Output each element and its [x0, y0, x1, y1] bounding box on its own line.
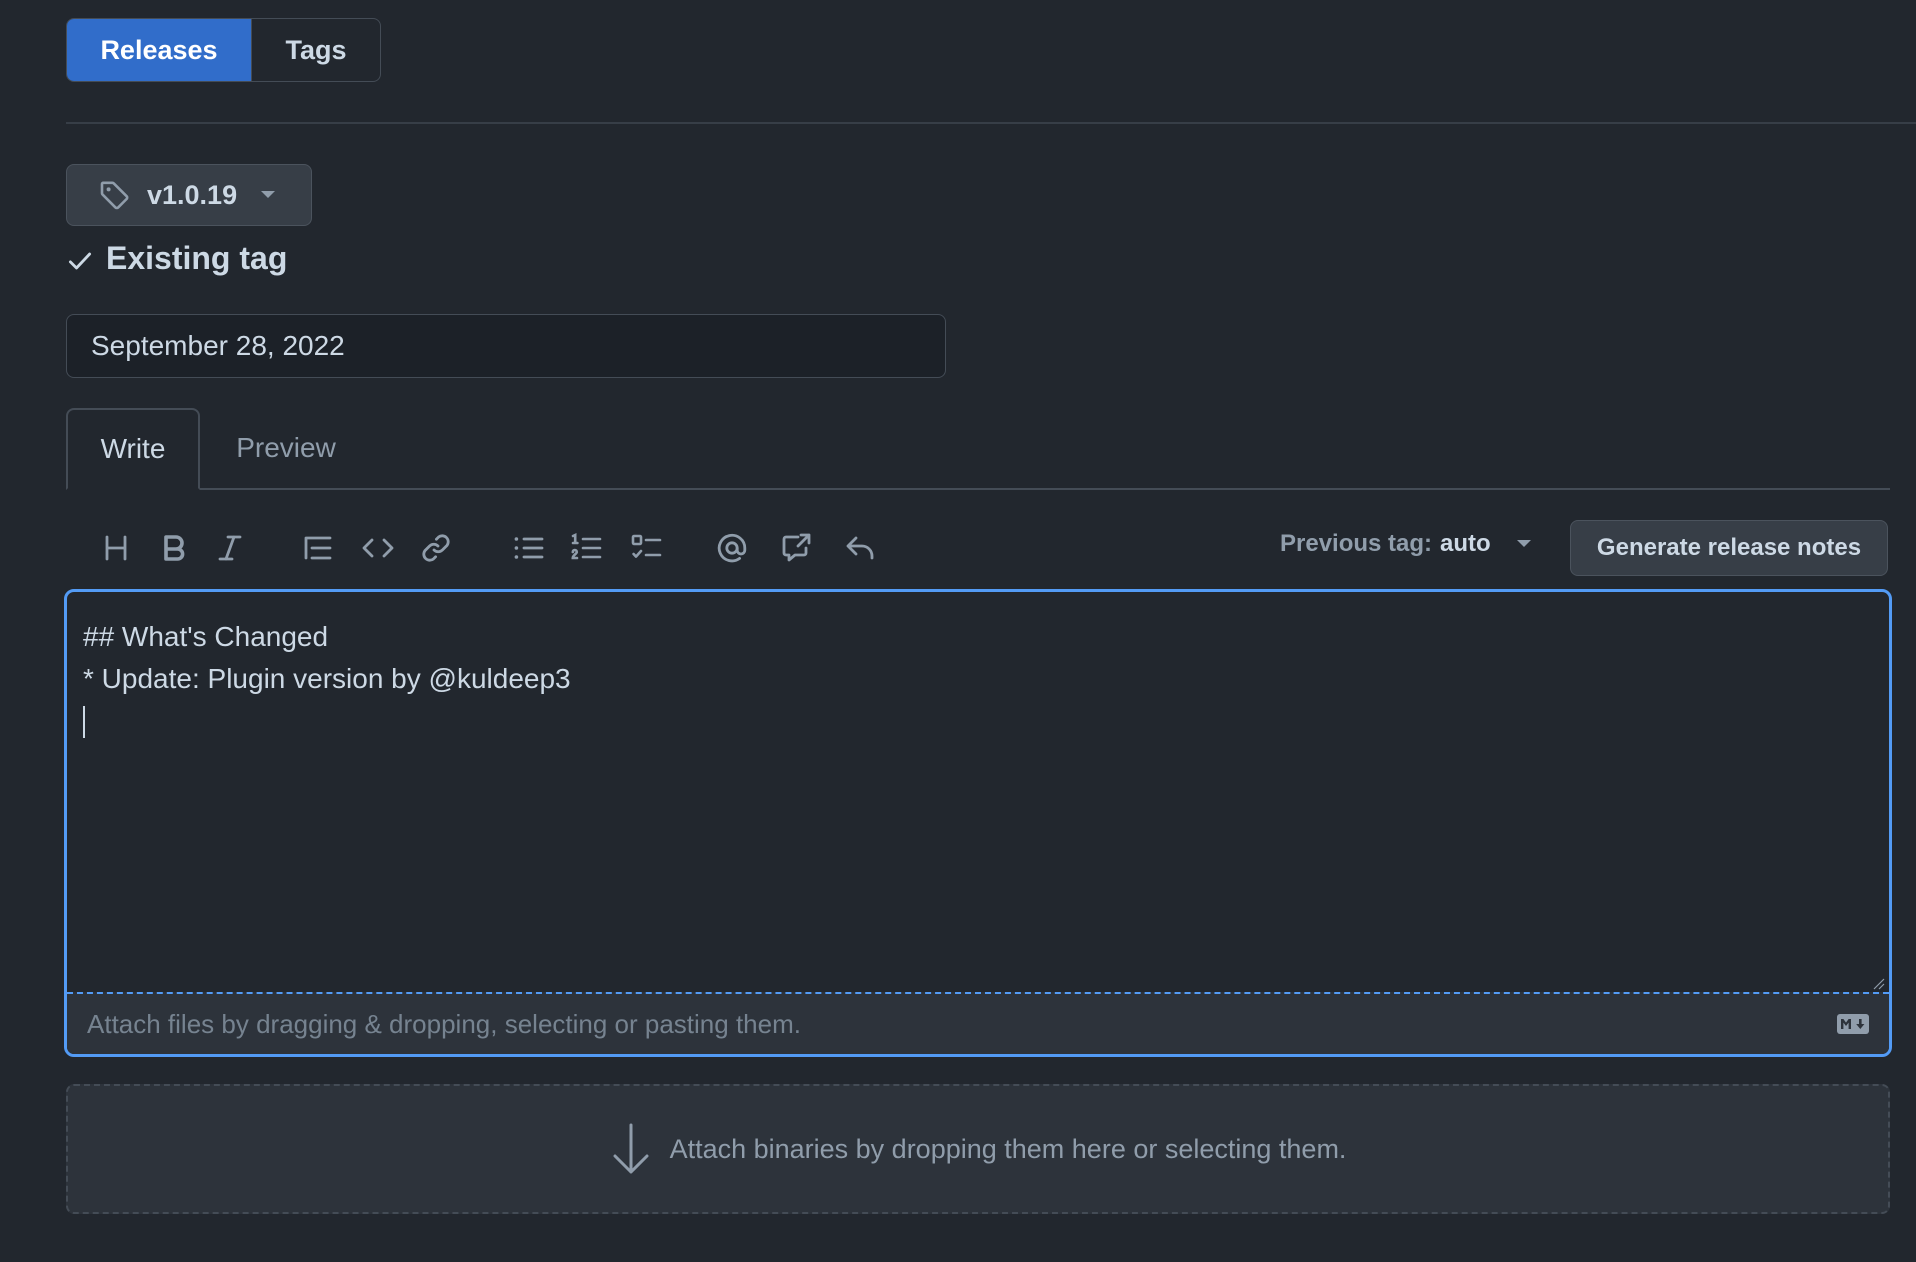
binaries-dropzone[interactable]: Attach binaries by dropping them here or…: [66, 1084, 1890, 1214]
tag-select-button[interactable]: v1.0.19: [66, 164, 312, 226]
task-list-icon[interactable]: [626, 528, 666, 568]
tag-select-label: v1.0.19: [147, 179, 238, 210]
bold-icon[interactable]: [154, 528, 194, 568]
mention-icon[interactable]: [712, 528, 752, 568]
releases-tab[interactable]: Releases: [67, 19, 251, 81]
check-icon: [68, 252, 92, 269]
code-icon[interactable]: [358, 528, 398, 568]
tag-status: Existing tag: [66, 240, 287, 277]
markdown-icon[interactable]: [1837, 1014, 1869, 1034]
italic-icon[interactable]: [210, 528, 250, 568]
editor-content[interactable]: ## What's Changed * Update: Plugin versio…: [83, 616, 571, 738]
cross-reference-icon[interactable]: [776, 528, 816, 568]
attach-files-hint: Attach files by dragging & dropping, sel…: [87, 1008, 801, 1039]
generate-release-notes-button[interactable]: Generate release notes: [1570, 520, 1888, 576]
attach-files-bar[interactable]: Attach files by dragging & dropping, sel…: [67, 992, 1889, 1054]
chevron-down-icon: [1516, 540, 1531, 547]
dropzone-label: Attach binaries by dropping them here or…: [669, 1133, 1347, 1164]
resize-grip-icon[interactable]: [1871, 976, 1885, 990]
unordered-list-icon[interactable]: [508, 528, 548, 568]
reply-icon[interactable]: [840, 528, 880, 568]
tab-write[interactable]: Write: [66, 408, 200, 490]
text-cursor: [83, 706, 85, 738]
releases-tags-nav: Releases Tags: [66, 18, 381, 82]
divider: [66, 122, 1916, 124]
markdown-toolbar: Previous tag: auto Generate release note…: [66, 518, 1890, 580]
heading-icon[interactable]: [96, 528, 136, 568]
release-notes-editor[interactable]: ## What's Changed * Update: Plugin versio…: [64, 589, 1892, 1057]
tag-icon: [100, 181, 129, 210]
editor-line: * Update: Plugin version by @kuldeep3: [83, 663, 571, 694]
link-icon[interactable]: [416, 528, 456, 568]
release-title-input[interactable]: [66, 314, 946, 378]
tags-tab[interactable]: Tags: [251, 19, 380, 81]
previous-tag-select[interactable]: Previous tag: auto: [1280, 530, 1533, 558]
arrow-down-icon: [613, 1123, 649, 1174]
editor-tabs: Write Preview: [66, 408, 1890, 490]
previous-tag-label: Previous tag:: [1280, 530, 1433, 557]
editor-line: ## What's Changed: [83, 621, 329, 652]
tag-status-label: Existing tag: [106, 240, 288, 276]
chevron-down-icon: [261, 191, 276, 198]
ordered-list-icon[interactable]: [566, 528, 606, 568]
tab-preview[interactable]: Preview: [216, 408, 356, 488]
quote-icon[interactable]: [298, 528, 338, 568]
previous-tag-value: auto: [1440, 530, 1491, 557]
release-editor-page: Releases Tags v1.0.19 Existing tag Write…: [0, 0, 1916, 1262]
